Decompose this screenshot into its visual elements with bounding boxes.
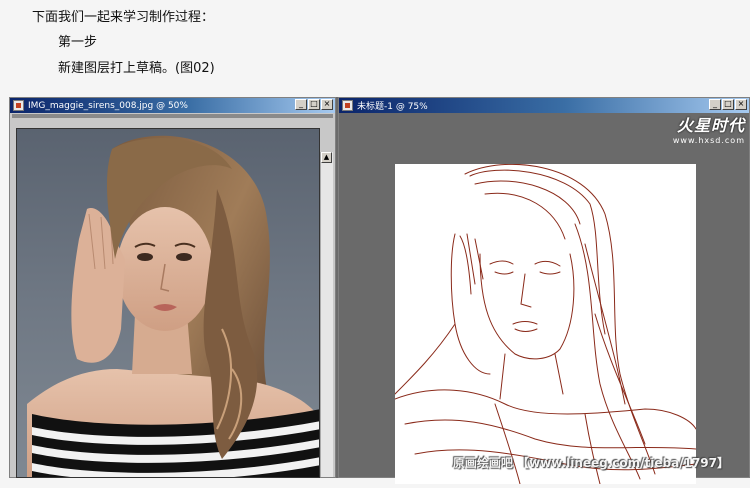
window-title: 未标题-1 @ 75% bbox=[357, 102, 428, 112]
document-icon bbox=[13, 100, 24, 111]
maximize-button[interactable]: □ bbox=[308, 99, 320, 110]
forum-watermark: 原画绘画吧 【www.lineeg.com/tieba/1797】 bbox=[452, 456, 729, 470]
logo-sub-text: www.hxsd.com bbox=[672, 136, 745, 145]
window-titlebar[interactable]: IMG_maggie_sirens_008.jpg @ 50% _ □ × bbox=[10, 98, 335, 113]
reference-photo-window[interactable]: IMG_maggie_sirens_008.jpg @ 50% _ □ × ▲ bbox=[9, 97, 336, 478]
window-title: IMG_maggie_sirens_008.jpg @ 50% bbox=[28, 100, 188, 111]
maximize-button[interactable]: □ bbox=[722, 99, 734, 110]
close-button[interactable]: × bbox=[321, 99, 333, 110]
logo-main-text: 火星时代 bbox=[676, 116, 745, 135]
tutorial-text: 下面我们一起来学习制作过程： 第一步 新建图层打上草稿。(图02) bbox=[0, 0, 750, 94]
tutorial-line-1: 下面我们一起来学习制作过程： bbox=[32, 10, 215, 25]
tutorial-line-2: 第一步 bbox=[58, 35, 98, 50]
document-icon bbox=[342, 100, 353, 111]
minimize-button[interactable]: _ bbox=[295, 99, 307, 110]
ruler-bar bbox=[12, 114, 333, 118]
scroll-up-icon[interactable]: ▲ bbox=[321, 152, 332, 163]
sketch-canvas-window[interactable]: 未标题-1 @ 75% _ □ × 火星时代 www.hxsd.com 原画绘画… bbox=[338, 97, 750, 485]
window-titlebar[interactable]: 未标题-1 @ 75% _ □ × bbox=[339, 98, 749, 113]
minimize-button[interactable]: _ bbox=[709, 99, 721, 110]
reference-photo bbox=[16, 128, 320, 478]
sketch-canvas[interactable] bbox=[394, 163, 697, 485]
photoshop-screenshot: IMG_maggie_sirens_008.jpg @ 50% _ □ × ▲ … bbox=[9, 97, 750, 485]
hxsd-logo: 火星时代 www.hxsd.com bbox=[673, 112, 745, 145]
close-button[interactable]: × bbox=[735, 99, 747, 110]
vertical-scrollbar[interactable]: ▲ bbox=[320, 152, 333, 477]
tutorial-line-3: 新建图层打上草稿。(图02) bbox=[58, 61, 215, 76]
draft-sketch bbox=[394, 163, 697, 485]
